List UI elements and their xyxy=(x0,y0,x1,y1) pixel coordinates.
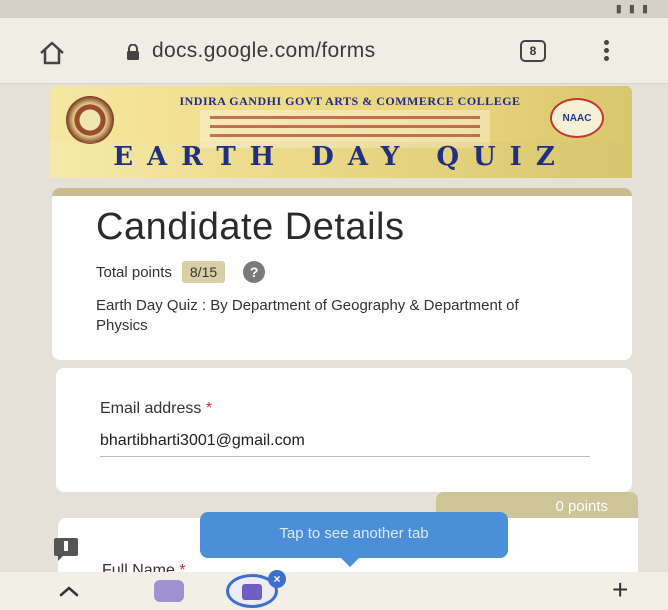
quiz-title: EARTH DAY QUIZ xyxy=(113,142,569,172)
status-bar: ▮ ▮ ▮ xyxy=(0,0,668,18)
naac-logo: NAAC xyxy=(550,98,604,138)
page-title: Candidate Details xyxy=(96,206,405,248)
college-name: INDIRA GANDHI GOVT ARTS & COMMERCE COLLE… xyxy=(179,94,521,108)
total-points-label: Total points xyxy=(96,263,172,281)
chevron-up-icon[interactable] xyxy=(58,582,80,600)
tab-tooltip[interactable]: Tap to see another tab xyxy=(200,512,508,567)
email-field: bhartibharti3001@gmail.com xyxy=(100,432,305,449)
tab-switcher-button[interactable]: 8 xyxy=(520,40,546,62)
help-icon[interactable]: ? xyxy=(243,261,266,283)
required-mark: * xyxy=(205,400,213,417)
address-bar: docs.google.com/forms 8 xyxy=(0,18,668,84)
feedback-icon[interactable] xyxy=(54,538,78,561)
form-description: Earth Day Quiz : By Department of Geogra… xyxy=(96,297,519,334)
plus-icon[interactable]: + xyxy=(612,576,628,604)
home-icon xyxy=(40,41,64,65)
score-badge: 8/15 xyxy=(181,261,226,283)
home-button[interactable] xyxy=(38,40,66,66)
email-label: Email address * xyxy=(100,400,212,418)
points-row: Total points 8/15 ? xyxy=(96,260,266,284)
tab-thumbnail[interactable] xyxy=(154,580,184,602)
form-banner-image: INDIRA GANDHI GOVT ARTS & COMMERCE COLLE… xyxy=(50,86,632,178)
email-underline xyxy=(100,456,590,457)
status-icons: ▮ ▮ ▮ xyxy=(615,3,650,15)
form-header-card: Candidate Details Total points 8/15 ? Ea… xyxy=(52,188,632,360)
lock-icon xyxy=(126,43,140,60)
email-label-text: Email address xyxy=(100,400,202,417)
email-question-card: Email address * bhartibharti3001@gmail.c… xyxy=(56,368,632,492)
bottom-toolbar: × + xyxy=(0,570,668,610)
college-seal-icon xyxy=(66,96,114,144)
url-field[interactable]: docs.google.com/forms xyxy=(152,39,375,63)
overflow-menu-icon[interactable] xyxy=(601,38,611,66)
tab-count: 8 xyxy=(529,44,537,58)
close-icon[interactable]: × xyxy=(268,570,286,588)
